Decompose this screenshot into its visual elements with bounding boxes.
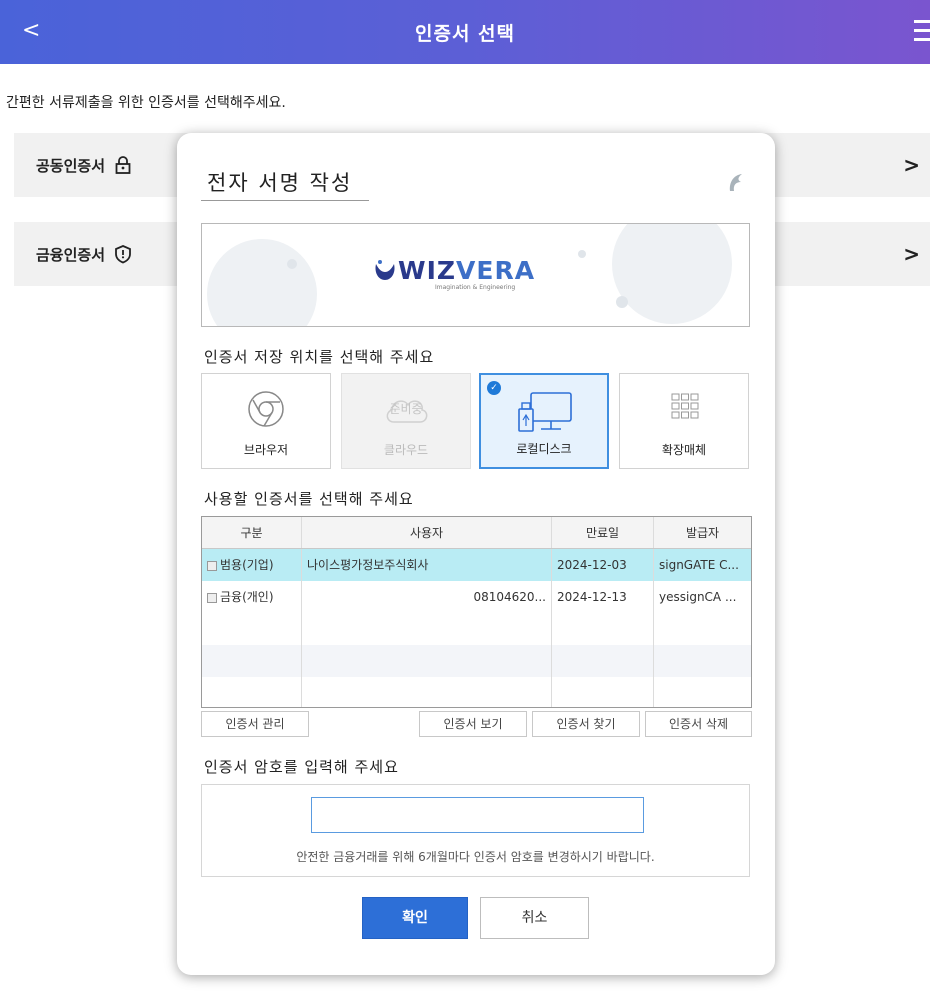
delete-cert-button[interactable]: 인증서 삭제 — [645, 711, 752, 737]
password-note: 안전한 금융거래를 위해 6개월마다 인증서 암호를 변경하시기 바랍니다. — [296, 850, 655, 864]
cert-type-label: 공동인증서 — [36, 156, 106, 175]
cell-issuer: yessignCA ... — [659, 590, 737, 604]
view-cert-button[interactable]: 인증서 보기 — [419, 711, 527, 737]
chevron-right-icon: > — [903, 153, 920, 177]
table-row[interactable]: 금융(개인) 081046​20... 2024-12-13 yessignCA… — [202, 581, 751, 613]
cert-icon — [207, 592, 217, 603]
cell-expiry: 2024-12-13 — [552, 581, 654, 613]
table-row-empty — [202, 677, 751, 707]
storage-extended-media[interactable]: 확장매체 — [619, 373, 749, 469]
table-header: 구분 사용자 만료일 발급자 — [202, 517, 751, 549]
redaction-mask — [323, 588, 472, 607]
menu-icon[interactable] — [914, 20, 930, 42]
col-type[interactable]: 구분 — [202, 517, 302, 548]
chrome-icon — [248, 391, 284, 427]
prep-badge: 준비중 — [389, 402, 423, 416]
grid-icon — [671, 393, 699, 419]
wizvera-banner: WIZVERA Imagination & Engineering — [201, 223, 750, 327]
local-disk-icon — [518, 392, 572, 432]
cell-type: 범용(기업) — [202, 549, 302, 581]
cancel-button[interactable]: 취소 — [480, 897, 589, 939]
table-row[interactable]: 범용(기업) 나이스평가정보주식회사 2024-12-03 signGATE C… — [202, 549, 751, 581]
storage-label: 클라우드 — [383, 443, 429, 457]
storage-label: 확장매체 — [661, 443, 707, 457]
confirm-button[interactable]: 확인 — [362, 897, 468, 939]
shield-icon — [115, 245, 131, 264]
storage-local-disk[interactable]: ✓ 로컬디스크 — [479, 373, 609, 469]
password-input[interactable] — [311, 797, 644, 833]
password-label: 인증서 암호를 입력해 주세요 — [204, 758, 399, 776]
table-row-empty — [202, 645, 751, 677]
brand-light: VERA — [456, 256, 536, 285]
storage-cloud[interactable]: 준비중 클라우드 — [341, 373, 471, 469]
dialog-title: 전자 서명 작성 — [207, 171, 353, 195]
password-box: 안전한 금융거래를 위해 6개월마다 인증서 암호를 변경하시기 바랍니다. — [201, 784, 750, 877]
back-icon[interactable]: < — [22, 18, 40, 43]
cell-user: 나이스평가정보주식회사 — [302, 549, 552, 581]
cell-user: 081046​20... — [302, 581, 552, 613]
page-title: 인증서 선택 — [414, 22, 515, 45]
cert-table: 구분 사용자 만료일 발급자 범용(기업) 나이스평가정보주식회사 2024-1… — [201, 516, 752, 708]
manage-cert-button[interactable]: 인증서 관리 — [201, 711, 309, 737]
cert-type-label: 금융인증서 — [36, 245, 106, 264]
cert-list-label: 사용할 인증서를 선택해 주세요 — [204, 490, 414, 508]
wizvera-brand: WIZVERA — [398, 256, 535, 285]
storage-browser[interactable]: 브라우저 — [201, 373, 331, 469]
col-user[interactable]: 사용자 — [302, 517, 552, 548]
wizvera-logo-icon — [375, 260, 395, 280]
find-cert-button[interactable]: 인증서 찾기 — [532, 711, 640, 737]
storage-location-label: 인증서 저장 위치를 선택해 주세요 — [204, 348, 435, 366]
storage-label: 로컬디스크 — [516, 442, 572, 456]
lock-icon — [115, 156, 131, 174]
signature-dialog: 전자 서명 작성 WIZVERA Imagination & Engineeri… — [177, 133, 775, 975]
col-expiry[interactable]: 만료일 — [552, 517, 654, 548]
storage-label: 브라우저 — [243, 443, 289, 457]
chevron-right-icon: > — [903, 242, 920, 266]
title-underline — [201, 200, 369, 201]
cell-type: 금융(개인) — [202, 581, 302, 613]
app-header: < 인증서 선택 — [0, 0, 930, 64]
brand-bold: WIZ — [398, 256, 457, 285]
cell-expiry: 2024-12-03 — [552, 549, 654, 581]
dolphin-logo-icon — [729, 174, 742, 191]
cell-issuer: signGATE C... — [659, 558, 739, 572]
check-icon: ✓ — [487, 381, 501, 395]
col-issuer[interactable]: 발급자 — [654, 517, 751, 548]
brand-tagline: Imagination & Engineering — [435, 284, 516, 291]
intro-text: 간편한 서류제출을 위한 인증서를 선택해주세요. — [6, 95, 286, 111]
cert-icon — [207, 560, 217, 571]
table-row-empty — [202, 613, 751, 645]
